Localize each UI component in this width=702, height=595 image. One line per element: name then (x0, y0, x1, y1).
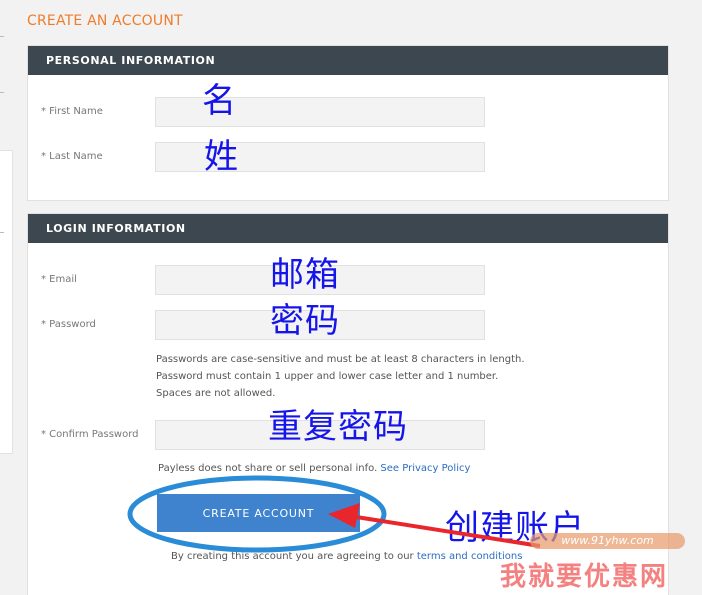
privacy-policy-link[interactable]: See Privacy Policy (380, 463, 470, 474)
create-account-button[interactable]: CREATE ACCOUNT (157, 494, 360, 532)
password-rule: Password must contain 1 upper and lower … (156, 371, 499, 382)
first-name-label: * First Name (41, 106, 103, 117)
login-info-heading: LOGIN INFORMATION (28, 214, 668, 243)
last-name-annotation: 姓 (204, 137, 239, 177)
confirm-password-label: * Confirm Password (41, 429, 139, 440)
personal-info-panel: PERSONAL INFORMATION * First Name * Last… (27, 45, 669, 201)
terms-note: By creating this account you are agreein… (171, 548, 522, 565)
password-annotation: 密码 (270, 301, 340, 341)
sidebar-tick (0, 232, 4, 233)
password-rule: Passwords are case-sensitive and must be… (156, 354, 525, 365)
email-label: * Email (41, 274, 77, 285)
watermark-url: www.91yhw.com (530, 533, 685, 549)
left-sidebar-edge (0, 150, 13, 454)
privacy-note: Payless does not share or sell personal … (158, 460, 470, 477)
watermark-text: 我就要优惠网 (500, 562, 669, 592)
privacy-text: Payless does not share or sell personal … (158, 463, 381, 474)
personal-info-heading: PERSONAL INFORMATION (28, 46, 668, 75)
terms-text: By creating this account you are agreein… (171, 551, 417, 562)
password-rule: Spaces are not allowed. (156, 388, 276, 399)
password-label: * Password (41, 319, 96, 330)
sidebar-tick (0, 92, 4, 93)
confirm-password-annotation: 重复密码 (268, 407, 408, 447)
first-name-annotation: 名 (202, 81, 237, 121)
password-rules: Passwords are case-sensitive and must be… (156, 351, 525, 402)
email-annotation: 邮箱 (270, 255, 340, 295)
page-title: CREATE AN ACCOUNT (27, 13, 183, 29)
sidebar-tick (0, 36, 4, 37)
last-name-label: * Last Name (41, 151, 103, 162)
